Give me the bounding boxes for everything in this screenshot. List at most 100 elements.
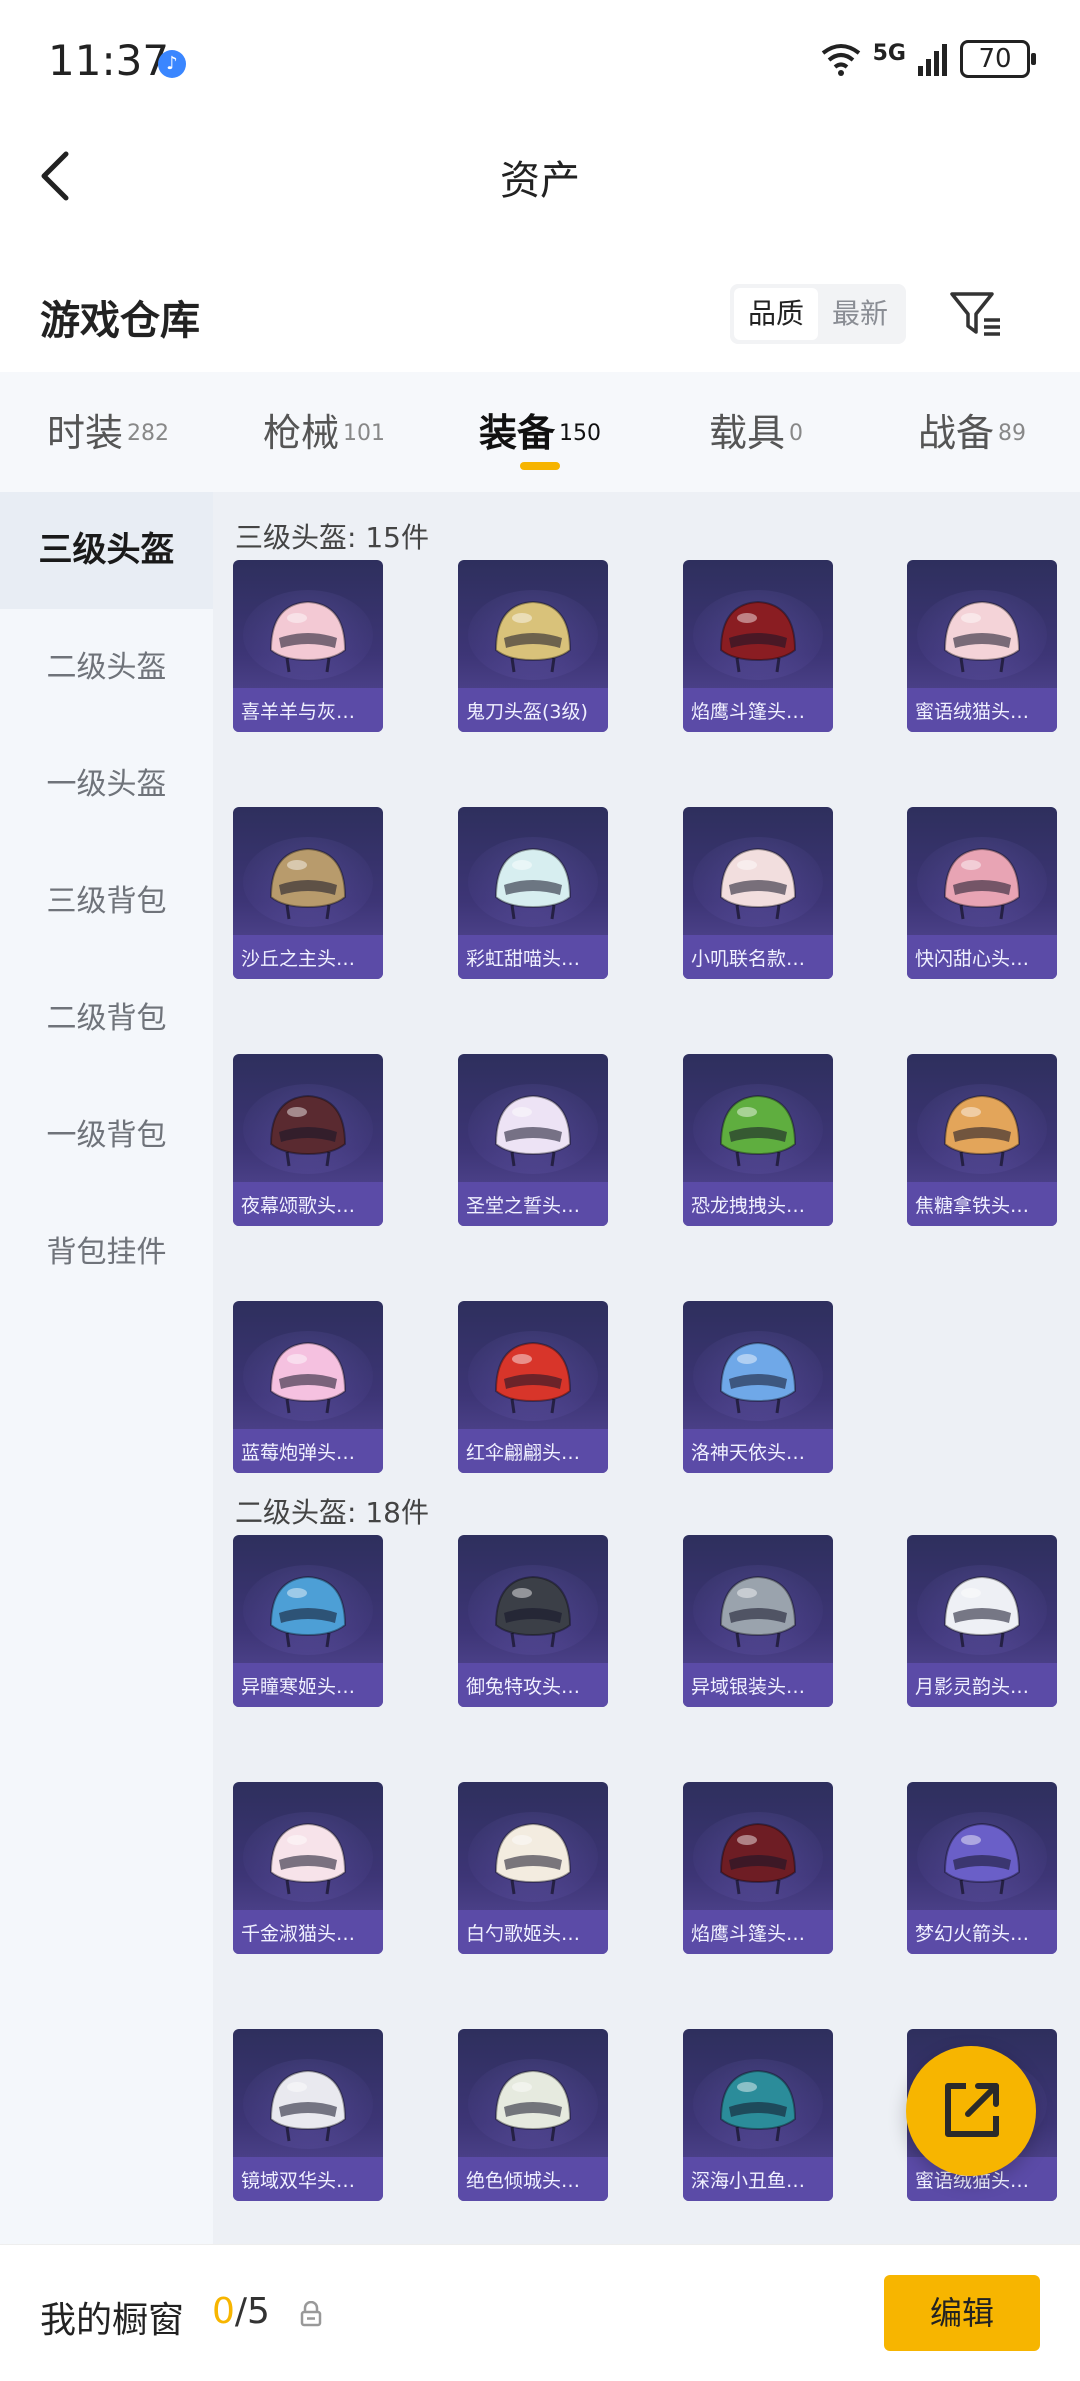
item-card[interactable]: 异瞳寒姬头… [233, 1535, 383, 1707]
item-card[interactable]: 鬼刀头盔(3级) [458, 560, 608, 732]
helmet-icon [494, 1094, 572, 1167]
tab-count: 101 [343, 420, 385, 446]
helmet-icon [494, 847, 572, 920]
item-card[interactable]: 夜幕颂歌头… [233, 1054, 383, 1226]
tab-equipment[interactable]: 装备 150 [432, 372, 648, 492]
helmet-icon [719, 600, 797, 673]
item-name: 镜域双华头… [241, 2170, 356, 2192]
helmet-icon [719, 847, 797, 920]
network-type: 5G [872, 40, 906, 66]
item-card[interactable]: 月影灵韵头… [907, 1535, 1057, 1707]
helmet-icon [494, 1575, 572, 1648]
item-card[interactable]: 蓝莓炮弹头… [233, 1301, 383, 1473]
item-card[interactable]: 深海小丑鱼… [683, 2029, 833, 2201]
status-indicators: 5G 70 [819, 40, 1036, 78]
item-name: 喜羊羊与灰… [241, 701, 356, 723]
item-card[interactable]: 彩虹甜喵头… [458, 807, 608, 979]
section-title: 二级头盔: 18件 [235, 1496, 429, 1529]
tab-label: 装备 [478, 411, 555, 455]
tab-vehicles[interactable]: 载具 0 [648, 372, 864, 492]
item-card[interactable]: 梦幻火箭头… [907, 1782, 1057, 1954]
tab-fashion[interactable]: 时装 282 [0, 372, 216, 492]
item-name: 月影灵韵头… [915, 1676, 1030, 1698]
signal-icon [918, 44, 947, 76]
item-name: 焰鹰斗篷头… [691, 1923, 806, 1945]
sort-option-newest[interactable]: 最新 [818, 288, 902, 340]
showcase-bar: 我的橱窗 0/5 编辑 [0, 2244, 1080, 2381]
item-card[interactable]: 洛神天依头… [683, 1301, 833, 1473]
item-card[interactable]: 红伞翩翩头… [458, 1301, 608, 1473]
showcase-label: 我的橱窗 [40, 2300, 185, 2341]
helmet-icon [269, 1341, 347, 1414]
edit-button[interactable]: 编辑 [884, 2275, 1040, 2351]
share-icon [945, 2083, 999, 2137]
wifi-icon [821, 44, 860, 76]
tab-guns[interactable]: 枪械 101 [216, 372, 432, 492]
helmet-icon [494, 600, 572, 673]
helmet-icon [269, 600, 347, 673]
item-card[interactable]: 御兔特攻头… [458, 1535, 608, 1707]
item-card[interactable]: 沙丘之主头… [233, 807, 383, 979]
helmet-icon [943, 1575, 1021, 1648]
helmet-icon [494, 1822, 572, 1895]
helmet-icon [719, 1575, 797, 1648]
item-name: 深海小丑鱼… [691, 2170, 806, 2192]
sidebar: 三级头盔 二级头盔 一级头盔 三级背包 二级背包 一级背包 背包挂件 [0, 492, 213, 2244]
sidebar-item-level1-backpack[interactable]: 一级背包 [0, 1077, 213, 1194]
item-card[interactable]: 喜羊羊与灰… [233, 560, 383, 732]
helmet-icon [269, 1094, 347, 1167]
sidebar-item-backpack-charm[interactable]: 背包挂件 [0, 1194, 213, 1311]
item-name: 绝色倾城头… [466, 2170, 581, 2192]
tab-label: 战备 [917, 411, 994, 455]
tab-label: 枪械 [262, 411, 339, 455]
item-card[interactable]: 焰鹰斗篷头… [683, 1782, 833, 1954]
active-tab-indicator [520, 462, 560, 470]
helmet-icon [269, 1575, 347, 1648]
helmet-icon [943, 1822, 1021, 1895]
status-time: 11:37 [48, 36, 170, 85]
sort-option-quality[interactable]: 品质 [734, 288, 818, 340]
item-card[interactable]: 小叽联名款… [683, 807, 833, 979]
helmet-icon [269, 2069, 347, 2142]
item-card[interactable]: 圣堂之誓头… [458, 1054, 608, 1226]
item-card[interactable]: 异域银装头… [683, 1535, 833, 1707]
helmet-icon [943, 1094, 1021, 1167]
item-name: 恐龙拽拽头… [691, 1195, 806, 1217]
item-name: 快闪甜心头… [915, 948, 1030, 970]
item-card[interactable]: 绝色倾城头… [458, 2029, 608, 2201]
item-name: 异域银装头… [691, 1676, 806, 1698]
item-card[interactable]: 白勺歌姬头… [458, 1782, 608, 1954]
filter-icon[interactable] [948, 286, 1004, 342]
showcase-total: /5 [234, 2291, 270, 2332]
showcase-count: 0/5 [212, 2291, 270, 2332]
section-title: 三级头盔: 15件 [235, 521, 429, 554]
item-name: 异瞳寒姬头… [241, 1676, 356, 1698]
item-name: 白勺歌姬头… [466, 1923, 581, 1945]
item-card[interactable]: 焦糖拿铁头… [907, 1054, 1057, 1226]
sidebar-item-level2-backpack[interactable]: 二级背包 [0, 960, 213, 1077]
tab-count: 89 [998, 420, 1026, 446]
item-name: 梦幻火箭头… [915, 1923, 1030, 1945]
helmet-icon [269, 847, 347, 920]
helmet-icon [494, 2069, 572, 2142]
sidebar-item-level2-helmet[interactable]: 二级头盔 [0, 609, 213, 726]
sidebar-item-level3-helmet[interactable]: 三级头盔 [0, 492, 213, 609]
sidebar-item-level3-backpack[interactable]: 三级背包 [0, 843, 213, 960]
tab-battle-gear[interactable]: 战备 89 [864, 372, 1080, 492]
item-card[interactable]: 千金淑猫头… [233, 1782, 383, 1954]
item-card[interactable]: 蜜语绒猫头… [907, 560, 1057, 732]
sidebar-item-level1-helmet[interactable]: 一级头盔 [0, 726, 213, 843]
item-card[interactable]: 快闪甜心头… [907, 807, 1057, 979]
page-title: 资产 [500, 158, 580, 204]
warehouse-title: 游戏仓库 [40, 298, 200, 344]
item-name: 沙丘之主头… [241, 948, 356, 970]
tab-count: 150 [559, 420, 601, 446]
sort-toggle: 品质 最新 [730, 284, 906, 344]
item-name: 蓝莓炮弹头… [241, 1442, 356, 1464]
page-header: 资产 [0, 120, 1080, 230]
helmet-icon [719, 1341, 797, 1414]
item-card[interactable]: 镜域双华头… [233, 2029, 383, 2201]
share-button[interactable] [906, 2046, 1036, 2176]
item-card[interactable]: 恐龙拽拽头… [683, 1054, 833, 1226]
item-card[interactable]: 焰鹰斗篷头… [683, 560, 833, 732]
